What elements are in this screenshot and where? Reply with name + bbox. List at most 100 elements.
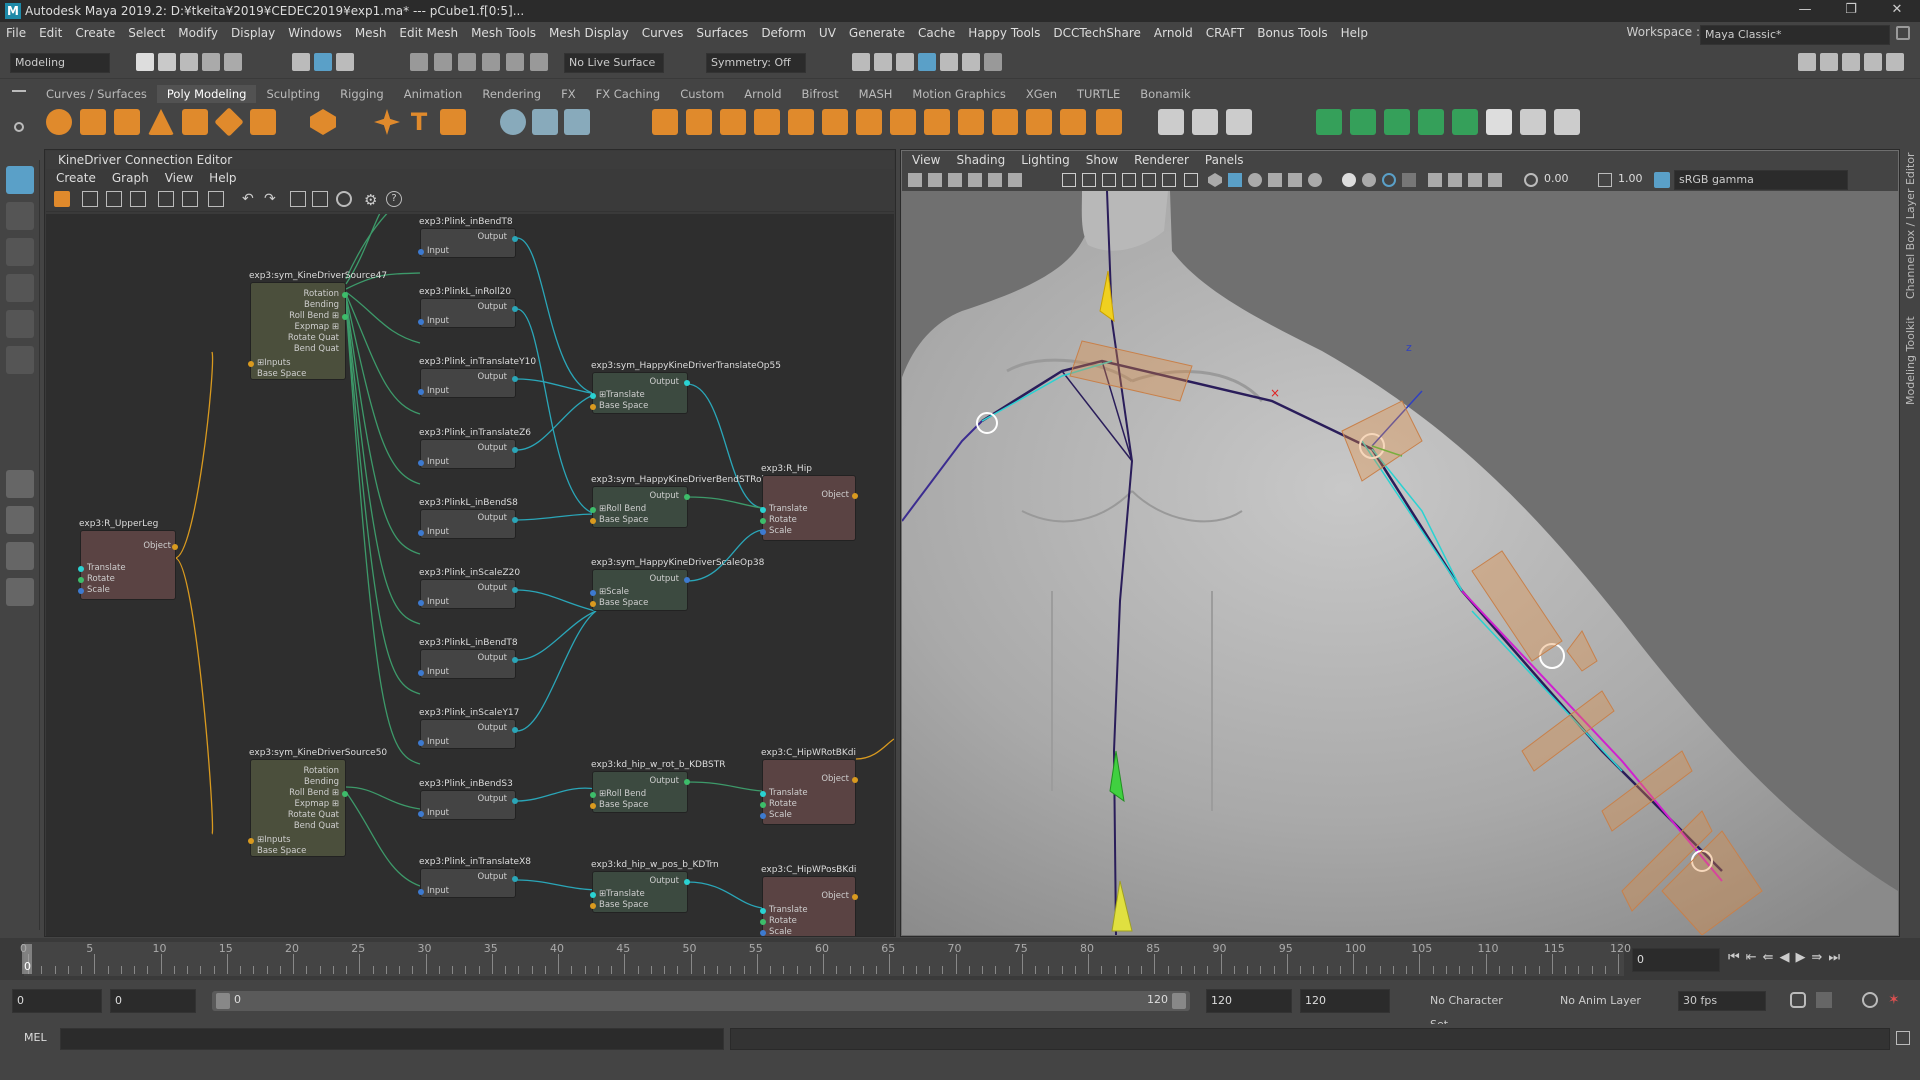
node-c-hip-w-pos[interactable]: exp3:C_HipWPosBKdi Object Translate Rotate S… bbox=[760, 865, 858, 936]
node-graph-canvas[interactable]: exp3:R_UpperLeg Object Translate Rotate … bbox=[46, 214, 894, 936]
wireframe-on-shaded-icon[interactable] bbox=[1248, 173, 1262, 187]
shelf-tab-poly-modeling[interactable]: Poly Modeling bbox=[156, 85, 257, 103]
anim-layer-dropdown[interactable]: No Anim Layer bbox=[1534, 989, 1658, 1013]
shelf-tab-bifrost[interactable]: Bifrost bbox=[792, 85, 849, 103]
colorspace-dropdown[interactable]: sRGB gamma bbox=[1674, 170, 1848, 190]
input-port[interactable] bbox=[418, 811, 424, 817]
input-port[interactable] bbox=[760, 791, 766, 797]
step-back-key-icon[interactable]: ⇤ bbox=[1746, 950, 1763, 965]
snap-surface-icon[interactable] bbox=[506, 53, 524, 71]
menu-set-dropdown[interactable]: Modeling bbox=[10, 53, 110, 73]
move-tool-icon[interactable] bbox=[6, 274, 34, 302]
node-plink[interactable]: exp3:Plink_inTranslateY10 Output Input bbox=[418, 357, 536, 398]
ne-menu-graph[interactable]: Graph bbox=[112, 169, 149, 187]
xray-joints-icon[interactable] bbox=[1468, 173, 1482, 187]
connect-icon[interactable] bbox=[1026, 109, 1052, 135]
two-view-layout-icon[interactable] bbox=[6, 542, 34, 570]
menu-file[interactable]: File bbox=[6, 26, 26, 40]
undo-icon[interactable] bbox=[202, 53, 220, 71]
menu-curves[interactable]: Curves bbox=[642, 26, 684, 40]
minimize-button[interactable]: — bbox=[1782, 0, 1828, 22]
new-scene-icon[interactable] bbox=[136, 53, 154, 71]
node-plink[interactable]: exp3:Plink_inBendT8 Output Input bbox=[418, 217, 518, 258]
wireframe-icon[interactable] bbox=[1208, 173, 1222, 187]
multi-cut-icon[interactable] bbox=[1158, 109, 1184, 135]
playback-preferences-icon[interactable]: ✶ bbox=[1888, 992, 1904, 1008]
cache-playback-icon[interactable] bbox=[1816, 992, 1832, 1008]
node-plink[interactable]: exp3:Plink_inScaleZ20 Output Input bbox=[418, 568, 520, 609]
shelf-tab-fx-caching[interactable]: FX Caching bbox=[586, 85, 671, 103]
3d-viewport-scene[interactable]: z × bbox=[902, 191, 1898, 935]
output-port[interactable] bbox=[512, 376, 518, 382]
node-scale-op-38[interactable]: exp3:sym_HappyKineDriverScaleOp38 Output ⊞… bbox=[590, 558, 764, 611]
output-port[interactable] bbox=[852, 894, 858, 900]
graph-output-icon[interactable] bbox=[182, 191, 198, 207]
poly-sphere-icon[interactable] bbox=[46, 109, 72, 135]
input-port[interactable] bbox=[78, 588, 84, 594]
menu-bonus-tools[interactable]: Bonus Tools bbox=[1257, 26, 1327, 40]
select-tool-icon[interactable] bbox=[6, 166, 34, 194]
poly-cylinder-icon[interactable] bbox=[114, 109, 140, 135]
input-port[interactable] bbox=[418, 389, 424, 395]
menu-happy-tools[interactable]: Happy Tools bbox=[968, 26, 1040, 40]
vp-menu-show[interactable]: Show bbox=[1086, 151, 1118, 169]
loop-icon[interactable] bbox=[1790, 992, 1806, 1008]
snap-curve-icon[interactable] bbox=[434, 53, 452, 71]
node-plink[interactable]: exp3:PlinkL_inRoll20 Output Input bbox=[418, 287, 518, 328]
insert-edge-loop-icon[interactable] bbox=[1192, 109, 1218, 135]
menu-edit[interactable]: Edit bbox=[39, 26, 62, 40]
bevel-icon[interactable] bbox=[720, 109, 746, 135]
ipr-render-icon[interactable] bbox=[896, 53, 914, 71]
snap-grid-icon[interactable] bbox=[410, 53, 428, 71]
vp-menu-lighting[interactable]: Lighting bbox=[1021, 151, 1070, 169]
node-plink[interactable]: exp3:Plink_inTranslateX8 Output Input bbox=[418, 857, 531, 898]
node-translate-op-55[interactable]: exp3:sym_HappyKineDriverTranslateOp55 Out… bbox=[590, 361, 781, 414]
gate-mask-icon[interactable] bbox=[1122, 173, 1136, 187]
render-frame-icon[interactable] bbox=[852, 53, 870, 71]
shelf-tab-custom[interactable]: Custom bbox=[670, 85, 734, 103]
menu-uv[interactable]: UV bbox=[819, 26, 836, 40]
xray-active-icon[interactable] bbox=[1488, 173, 1502, 187]
input-port[interactable] bbox=[590, 404, 596, 410]
delete-history-icon[interactable] bbox=[1554, 109, 1580, 135]
time-slider-track[interactable]: 0 5 10 15 20 25 30 35 40 45 50 55 60 65 70 75 80 85 90 95 10… bbox=[20, 942, 1631, 976]
symmetry-dropdown[interactable]: Symmetry: Off bbox=[706, 53, 806, 73]
output-port[interactable] bbox=[852, 493, 858, 499]
shelf-tab-curves-surfaces[interactable]: Curves / Surfaces bbox=[36, 85, 157, 103]
range-start-handle[interactable] bbox=[216, 993, 230, 1009]
shelf-tab-rigging[interactable]: Rigging bbox=[330, 85, 394, 103]
render-sequence-icon[interactable] bbox=[874, 53, 892, 71]
node-plink[interactable]: exp3:Plink_inTranslateZ6 Output Input bbox=[418, 428, 531, 469]
workspace-dropdown[interactable]: Maya Classic* bbox=[1700, 25, 1890, 45]
input-port[interactable] bbox=[590, 892, 596, 898]
snap-vertex-icon[interactable] bbox=[530, 53, 548, 71]
shelf-menu-icon[interactable] bbox=[12, 90, 26, 92]
circularize-icon[interactable] bbox=[958, 109, 984, 135]
node-plink[interactable]: exp3:PlinkL_inBendS8 Output Input bbox=[418, 498, 518, 539]
transfer-attributes-icon[interactable] bbox=[1520, 109, 1546, 135]
node-bend-st-roll-op-47[interactable]: exp3:sym_HappyKineDriverBendSTRollOp47 Ou… bbox=[590, 475, 791, 528]
poly-disc-icon[interactable] bbox=[250, 109, 276, 135]
menu-cache[interactable]: Cache bbox=[918, 26, 955, 40]
hypershade-icon[interactable] bbox=[940, 53, 958, 71]
node-kinedriver-source-50[interactable]: exp3:sym_KineDriverSource50 Rotation Ben… bbox=[248, 748, 387, 857]
input-port[interactable] bbox=[590, 792, 596, 798]
output-port[interactable] bbox=[172, 544, 178, 550]
output-port[interactable] bbox=[342, 791, 348, 797]
tool-settings-icon[interactable] bbox=[1864, 53, 1882, 71]
input-port[interactable] bbox=[418, 889, 424, 895]
use-all-lights-icon[interactable] bbox=[1288, 173, 1302, 187]
input-port[interactable] bbox=[590, 590, 596, 596]
step-forward-frame-icon[interactable]: ⇛ bbox=[1812, 950, 1829, 965]
command-language-label[interactable]: MEL bbox=[24, 1031, 47, 1044]
input-port[interactable] bbox=[590, 803, 596, 809]
go-to-end-icon[interactable]: ⏭ bbox=[1828, 950, 1846, 965]
attribute-editor-icon[interactable] bbox=[1842, 53, 1860, 71]
input-port[interactable] bbox=[590, 507, 596, 513]
input-port[interactable] bbox=[418, 530, 424, 536]
scale-tool-icon[interactable] bbox=[6, 346, 34, 374]
four-view-layout-icon[interactable] bbox=[6, 506, 34, 534]
command-input[interactable] bbox=[60, 1028, 724, 1050]
merge-icon[interactable] bbox=[822, 109, 848, 135]
textured-icon[interactable] bbox=[1268, 173, 1282, 187]
